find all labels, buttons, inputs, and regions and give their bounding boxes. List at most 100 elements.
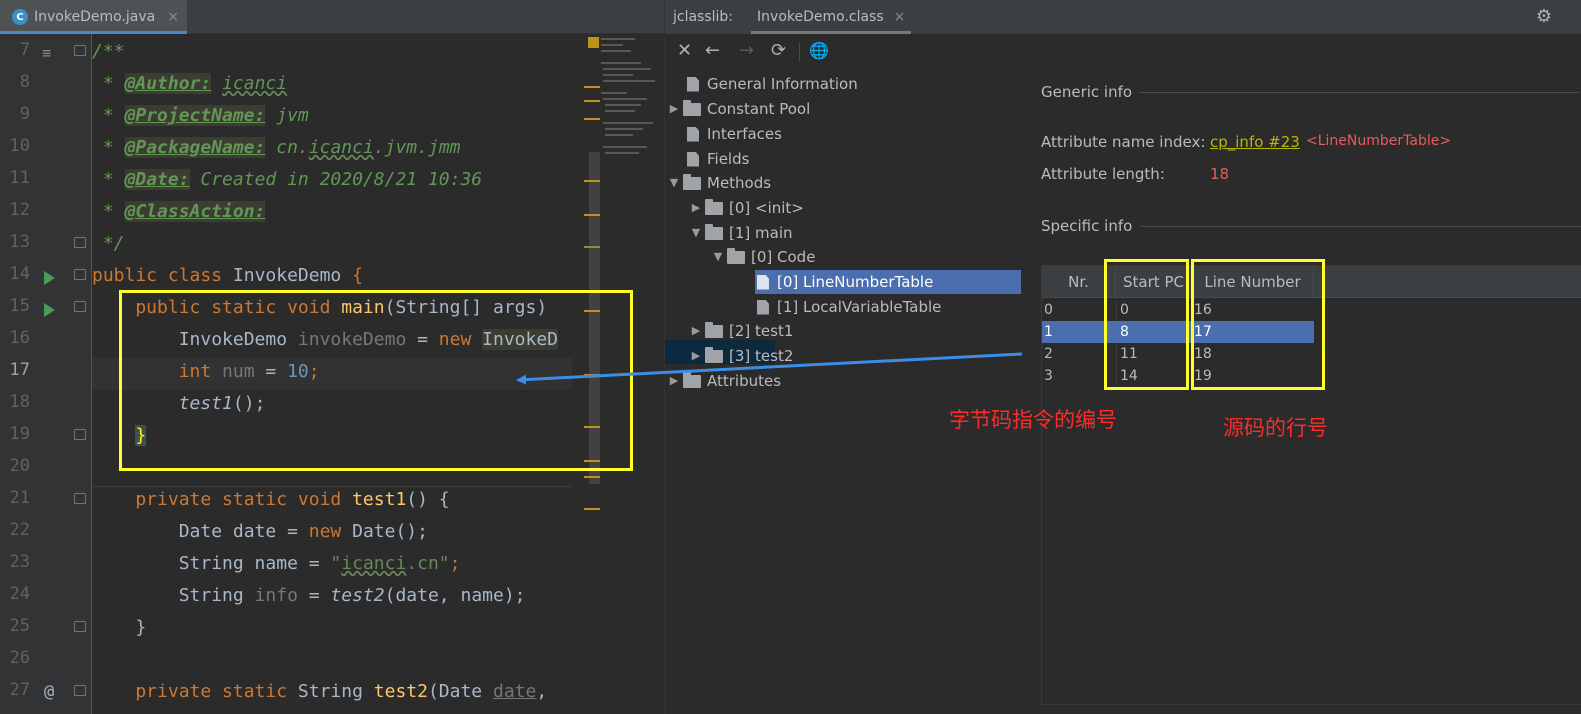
tree-item-constant-pool[interactable]: ▶ Constant Pool (667, 97, 810, 121)
attribute-name-index-label: Attribute name index: (1041, 133, 1206, 151)
cell-start-pc: 11 (1120, 346, 1138, 362)
code-line-22: Date date = new Date(); (92, 521, 428, 542)
tree-item-line-number-table[interactable]: [0] LineNumberTable (755, 270, 1021, 294)
cell-start-pc: 0 (1120, 302, 1129, 318)
marker[interactable] (584, 508, 600, 510)
collapse-arrow-icon[interactable]: ▼ (667, 171, 681, 195)
tab-invokedemo-java[interactable]: C InvokeDemo.java × (0, 0, 187, 34)
attribute-length-value: 18 (1210, 165, 1230, 183)
scroll-thumb[interactable] (589, 152, 600, 484)
tree-item-local-variable-table[interactable]: [1] LocalVariableTable (757, 295, 941, 319)
file-icon (757, 299, 769, 315)
expand-arrow-icon[interactable]: ▶ (667, 97, 681, 121)
forward-arrow-icon[interactable]: → (739, 40, 754, 61)
fold-icon[interactable] (74, 269, 86, 280)
expand-arrow-icon[interactable]: ▶ (689, 319, 703, 343)
collapse-arrow-icon[interactable]: ▼ (711, 245, 725, 269)
marker[interactable] (584, 100, 600, 102)
run-class-icon[interactable] (44, 271, 55, 285)
column-header-nr[interactable]: Nr. (1042, 266, 1116, 298)
expand-arrow-icon[interactable]: ▶ (667, 369, 681, 393)
folder-icon (705, 198, 723, 215)
java-class-icon: C (12, 9, 28, 25)
table-row[interactable]: 3 14 19 (1042, 365, 1314, 387)
tree-item-method-test1[interactable]: ▶ [2] test1 (689, 319, 793, 343)
code-line-12: * @ClassAction: (92, 201, 266, 222)
column-header-start-pc[interactable]: Start PC (1116, 266, 1192, 298)
line-number: 18 (9, 392, 30, 412)
expand-arrow-icon[interactable]: ▶ (689, 344, 703, 368)
tree-item-code[interactable]: ▼ [0] Code (711, 245, 815, 269)
editor-scrollbar[interactable] (572, 34, 664, 714)
table-row[interactable]: 2 11 18 (1042, 343, 1314, 365)
collapse-arrow-icon[interactable]: ▼ (689, 221, 703, 245)
line-number-current: 17 (9, 360, 30, 380)
code-minimap[interactable] (599, 36, 663, 166)
marker[interactable] (584, 426, 600, 428)
tree-label: General Information (707, 75, 858, 93)
tree-item-method-test2[interactable]: ▶ [3] test2 (689, 344, 793, 368)
marker[interactable] (584, 214, 600, 216)
code-line-8: * @Author: icanci (92, 73, 288, 94)
tab-invokedemo-class[interactable]: InvokeDemo.class × (751, 0, 912, 34)
line-number: 22 (9, 520, 30, 540)
marker[interactable] (584, 460, 600, 462)
tree-item-methods[interactable]: ▼ Methods (667, 171, 771, 195)
doc-render-icon[interactable]: ≡ (42, 44, 51, 62)
class-structure-tree[interactable]: General Information ▶ Constant Pool Inte… (665, 70, 1025, 714)
close-icon[interactable]: ✕ (677, 40, 692, 61)
code-line-16: InvokeDemo invokeDemo = new InvokeD (92, 329, 559, 350)
marker[interactable] (584, 86, 600, 88)
close-icon[interactable]: × (167, 9, 179, 25)
marker[interactable] (584, 118, 600, 120)
code-area[interactable]: /** * @Author: icanci * @ProjectName: jv… (92, 34, 600, 714)
line-number: 21 (9, 488, 30, 508)
override-at-icon[interactable]: @ (44, 682, 54, 702)
run-main-icon[interactable] (44, 303, 55, 317)
fold-icon[interactable] (74, 429, 86, 440)
column-header-line-number[interactable]: Line Number (1192, 266, 1314, 298)
tree-item-general-information[interactable]: General Information (687, 72, 858, 96)
table-row-selected[interactable]: 1 8 17 (1042, 321, 1314, 343)
marker[interactable] (584, 310, 600, 312)
fold-icon[interactable] (74, 45, 86, 56)
folder-icon (683, 173, 701, 190)
fold-icon[interactable] (74, 237, 86, 248)
marker[interactable] (584, 476, 600, 478)
folder-icon (705, 223, 723, 240)
code-line-25: } (92, 617, 147, 638)
code-editor[interactable]: C InvokeDemo.java × ≡ 7 8 9 10 11 12 13 … (0, 0, 664, 714)
line-number: 11 (9, 168, 30, 188)
cp-info-link[interactable]: cp_info #23 (1210, 133, 1300, 151)
marker[interactable] (584, 180, 600, 182)
back-arrow-icon[interactable]: ← (705, 40, 720, 61)
tree-item-attributes[interactable]: ▶ Attributes (667, 369, 781, 393)
file-icon (687, 151, 699, 167)
web-globe-icon[interactable]: 🌐 (809, 41, 829, 60)
folder-icon (683, 99, 701, 116)
tree-item-interfaces[interactable]: Interfaces (687, 122, 782, 146)
fold-icon[interactable] (74, 301, 86, 312)
line-number: 8 (19, 72, 30, 92)
tree-item-method-init[interactable]: ▶ [0] <init> (689, 196, 804, 220)
tree-item-fields[interactable]: Fields (687, 147, 749, 171)
jclasslib-label: jclasslib: (673, 9, 734, 25)
tree-label: [0] <init> (729, 199, 804, 217)
fold-icon[interactable] (74, 685, 86, 696)
tree-label: [0] Code (751, 248, 816, 266)
close-icon[interactable]: × (894, 9, 906, 25)
warning-indicator-icon[interactable] (588, 37, 599, 48)
marker[interactable] (584, 374, 600, 376)
line-number-table[interactable]: Nr. Start PC Line Number 0 0 16 1 8 17 2… (1041, 265, 1581, 705)
refresh-icon[interactable]: ⟳ (771, 40, 786, 61)
cell-start-pc: 8 (1120, 324, 1129, 340)
tree-item-method-main[interactable]: ▼ [1] main (689, 221, 793, 245)
fold-icon[interactable] (74, 621, 86, 632)
code-line-15: public static void main(String[] args) (92, 297, 548, 318)
table-row[interactable]: 0 0 16 (1042, 299, 1314, 321)
marker[interactable] (584, 246, 600, 248)
fold-icon[interactable] (74, 493, 86, 504)
line-number: 10 (9, 136, 30, 156)
gear-icon[interactable]: ⚙ (1536, 6, 1552, 27)
expand-arrow-icon[interactable]: ▶ (689, 196, 703, 220)
